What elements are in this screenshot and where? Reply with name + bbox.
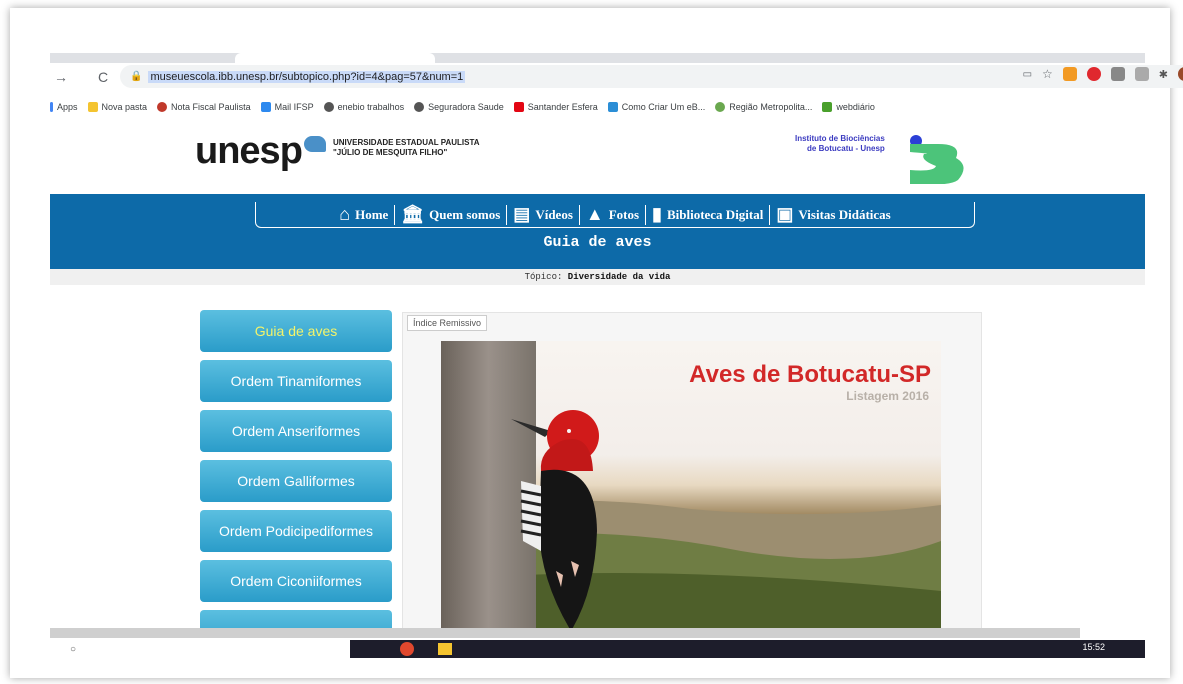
bookmark-ebook[interactable]: Como Criar Um eB... [607,102,705,112]
building-icon: 🏛 [401,204,425,224]
topic-bar: Tópico: Diversidade da vida [50,269,1145,285]
content-panel: Índice Remissivo Aves de Botucatu-SP Lis… [402,312,982,628]
bookmark-folder[interactable]: Nova pasta [87,102,147,112]
logo-mark-icon [303,136,326,152]
bookmark-mail[interactable]: Mail IFSP [260,102,314,112]
lock-icon[interactable]: 🔒 [130,71,142,82]
active-tab[interactable] [235,53,435,63]
bookmark-enebio[interactable]: enebio trabalhos [323,102,404,112]
taskbar-clock[interactable]: 15:52 [1082,642,1105,652]
nav-visitas[interactable]: ▣ Visitas Didáticas [776,204,890,225]
picture-icon: ▲ [585,204,604,224]
sidebar-item-podicipediformes[interactable]: Ordem Podicipediformes [200,510,392,552]
logo-text: unesp [195,130,303,172]
nav-fotos[interactable]: ▲ Fotos [586,204,639,225]
nav-divider [394,204,396,225]
banner-title: Aves de Botucatu-SP [689,361,931,388]
banner-subtitle: Listagem 2016 [846,389,929,403]
folder-taskbar-icon[interactable] [438,643,452,655]
bookmark-apps[interactable]: Apps [50,102,78,112]
tab-strip [50,53,1145,63]
puzzle-icon[interactable]: ✱ [1159,68,1168,81]
forward-icon[interactable]: → [50,69,72,85]
folder-icon [87,102,98,112]
mail-icon [260,102,271,112]
topic-value: Diversidade da vida [567,272,671,282]
sidebar-item-tinamiformes[interactable]: Ordem Tinamiformes [200,360,392,402]
apps-icon [50,102,53,112]
cast-icon[interactable]: ▭ [1023,69,1032,80]
nav-divider [506,204,508,225]
nav-quem-somos[interactable]: 🏛 Quem somos [401,204,500,225]
page-title: Guia de aves [543,234,652,251]
university-name: UNIVERSIDADE ESTADUAL PAULISTA "JÚLIO DE… [333,138,480,157]
opera-icon[interactable] [1086,67,1101,81]
bookmark-nota-fiscal[interactable]: Nota Fiscal Paulista [157,102,251,112]
unesp-logo[interactable]: unesp [195,130,326,173]
ebook-icon [607,102,618,112]
topic-label: Tópico: [524,272,563,282]
institute-logo-icon [910,144,964,184]
bookmark-star-icon[interactable]: ☆ [1042,67,1053,81]
bus-icon: ▣ [776,204,794,224]
book-icon: ▮ [652,204,662,224]
sidebar-item-ciconiiformes[interactable]: Ordem Ciconiiformes [200,560,392,602]
index-tab[interactable]: Índice Remissivo [407,315,488,331]
bookmark-santander[interactable]: Santander Esfera [513,102,598,112]
nav-biblioteca[interactable]: ▮ Biblioteca Digital [652,204,763,225]
sidebar-item-guia-de-aves[interactable]: Guia de aves [200,310,392,352]
sidebar-item-anseriformes[interactable]: Ordem Anseriformes [200,410,392,452]
url-text[interactable]: museuescola.ibb.unesp.br/subtopico.php?i… [148,70,466,83]
main-nav: ⌂ Home 🏛 Quem somos ▤ Vídeos ▲ Fotos ▮ Biblio… [255,202,975,228]
chrome-taskbar-icon[interactable] [400,642,414,656]
sidebar: Guia de aves Ordem Tinamiformes Ordem An… [200,310,392,628]
home-icon: ⌂ [339,204,351,224]
globe-icon [323,102,334,112]
banner-image: Aves de Botucatu-SP Listagem 2016 [441,341,941,628]
santander-icon [513,102,524,112]
bookmarks-bar: Apps Nova pasta Nota Fiscal Paulista Mai… [50,97,1145,117]
search-icon: ○ [70,643,77,655]
globe-icon [414,102,425,112]
nav-divider [769,204,771,225]
bookmark-webdiario[interactable]: webdiário [822,102,875,112]
horizontal-scrollbar[interactable] [50,628,1080,638]
address-bar[interactable]: 🔒 museuescola.ibb.unesp.br/subtopico.php… [120,65,1183,88]
nav-home[interactable]: ⌂ Home [339,204,388,225]
institute-name[interactable]: Instituto de Biociências de Botucatu - U… [795,134,885,154]
webdiario-icon [822,102,833,112]
nav-divider [578,204,580,225]
flag-icon[interactable] [1134,67,1149,81]
sidebar-item-galliformes[interactable]: Ordem Galliformes [200,460,392,502]
extension-grey-icon[interactable] [1110,67,1125,81]
nota-fiscal-icon [157,102,168,112]
extension-orange-icon[interactable] [1062,67,1077,81]
toolbar-extensions: ▭ ☆ ✱ [1023,67,1183,81]
sidebar-item-next[interactable] [200,610,392,628]
reload-icon[interactable]: C [92,69,114,85]
bookmark-seguradora[interactable]: Seguradora Saude [414,102,504,112]
nav-divider [645,204,647,225]
nav-videos[interactable]: ▤ Vídeos [513,204,573,225]
film-icon: ▤ [513,204,531,224]
woodpecker-image [511,410,599,628]
web-page: unesp UNIVERSIDADE ESTADUAL PAULISTA "JÚ… [50,118,1145,628]
taskbar: ○ 15:52 [50,640,1145,658]
browser-toolbar: → C 🔒 museuescola.ibb.unesp.br/subtopico… [50,63,1183,91]
taskbar-search[interactable]: ○ [50,640,350,658]
avatar[interactable] [1178,67,1183,81]
bookmark-regiao[interactable]: Região Metropolita... [715,102,812,112]
regiao-icon [715,102,726,112]
